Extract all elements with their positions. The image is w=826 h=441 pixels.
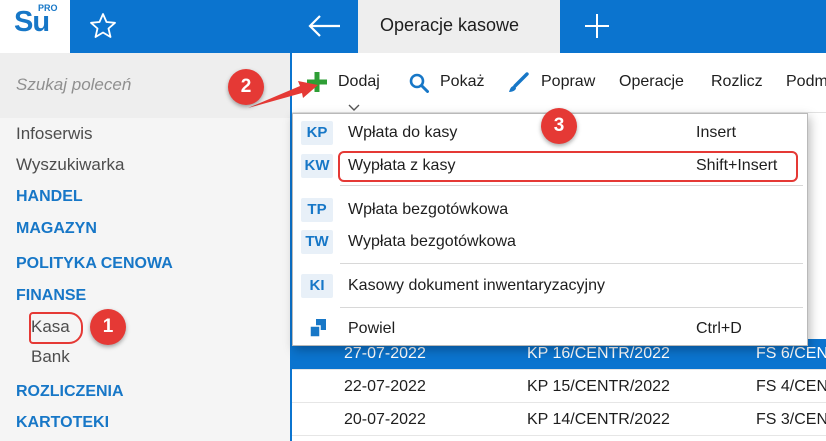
annotation-step-1: 1: [90, 309, 126, 345]
annotation-step-2: 2: [228, 69, 264, 105]
annotation-step-3: 3: [541, 108, 577, 144]
annotation-arrow-icon: [248, 81, 318, 108]
